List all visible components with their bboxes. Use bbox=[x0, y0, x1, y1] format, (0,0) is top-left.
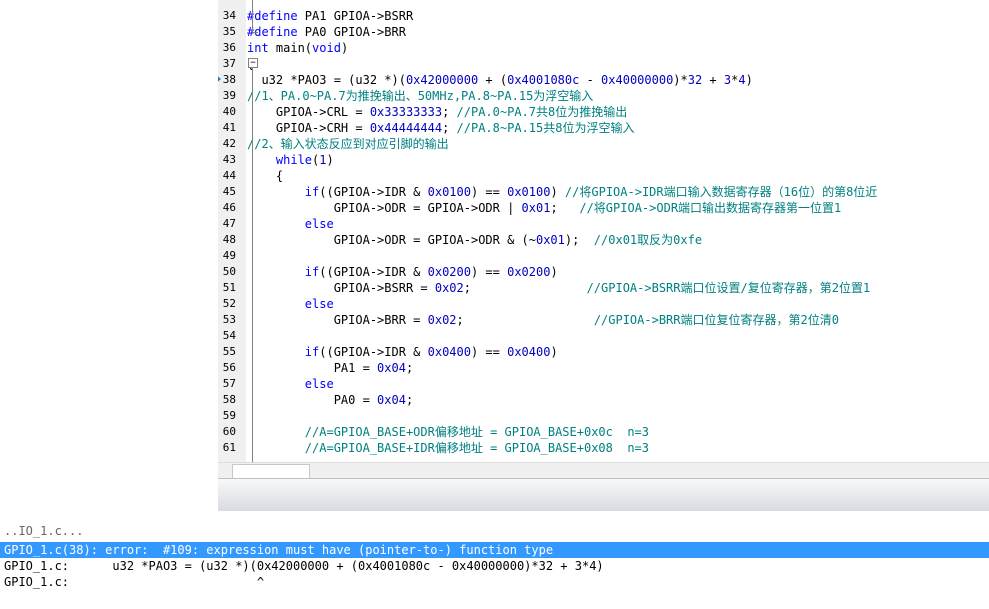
code-text[interactable]: //A=GPIOA_BASE+IDR偏移地址 = GPIOA_BASE+0x08… bbox=[247, 440, 649, 456]
code-text[interactable]: //2、输入状态反应到对应引脚的输出 bbox=[247, 136, 449, 152]
line-number: 43 bbox=[222, 153, 236, 166]
line-number: 57 bbox=[222, 377, 236, 390]
line-number: 44 bbox=[222, 169, 236, 182]
code-text[interactable]: else bbox=[247, 376, 334, 392]
fold-guide bbox=[252, 68, 253, 468]
code-line[interactable]: 41 GPIOA->CRH = 0x44444444; //PA.8~PA.15… bbox=[218, 120, 989, 136]
code-line[interactable]: 51 GPIOA->BSRR = 0x02; //GPIOA->BSRR端口位设… bbox=[218, 280, 989, 296]
code-line[interactable]: 46 GPIOA->ODR = GPIOA->ODR | 0x01; //将GP… bbox=[218, 200, 989, 216]
code-text[interactable]: GPIOA->CRH = 0x44444444; //PA.8~PA.15共8位… bbox=[247, 120, 635, 136]
code-line[interactable]: 37{− bbox=[218, 56, 989, 72]
code-line[interactable]: 48 GPIOA->ODR = GPIOA->ODR & (~0x01); //… bbox=[218, 232, 989, 248]
code-text[interactable]: GPIOA->ODR = GPIOA->ODR | 0x01; //将GPIOA… bbox=[247, 200, 842, 216]
line-number: 41 bbox=[222, 121, 236, 134]
code-text[interactable]: GPIOA->CRL = 0x33333333; //PA.0~PA.7共8位为… bbox=[247, 104, 627, 120]
code-line[interactable]: 45 if((GPIOA->IDR & 0x0100) == 0x0100) /… bbox=[218, 184, 989, 200]
line-number: 60 bbox=[222, 425, 236, 438]
error-caret-line[interactable]: GPIO_1.c: ^ bbox=[4, 575, 264, 590]
code-line[interactable]: 44 { bbox=[218, 168, 989, 184]
line-number: 53 bbox=[222, 313, 236, 326]
current-line-arrow-icon bbox=[218, 73, 221, 85]
code-text[interactable]: #define PA0 GPIOA->BRR bbox=[247, 24, 406, 40]
output-partial-line: ..IO_1.c... bbox=[4, 524, 84, 538]
code-line[interactable]: 34 #define PA1 GPIOA->BSRR bbox=[218, 8, 989, 24]
code-line[interactable]: 58 PA0 = 0x04; bbox=[218, 392, 989, 408]
fold-toggle-icon[interactable]: − bbox=[248, 58, 258, 68]
code-text[interactable]: GPIOA->ODR = GPIOA->ODR & (~0x01); //0x0… bbox=[247, 232, 702, 248]
line-number: 55 bbox=[222, 345, 236, 358]
code-line[interactable]: 42 //2、输入状态反应到对应引脚的输出 bbox=[218, 136, 989, 152]
fold-guide bbox=[252, 0, 253, 32]
code-text[interactable]: else bbox=[247, 296, 334, 312]
code-line[interactable]: 50 if((GPIOA->IDR & 0x0200) == 0x0200) bbox=[218, 264, 989, 280]
line-number: 59 bbox=[222, 409, 236, 422]
editor-tab-strip bbox=[218, 478, 989, 511]
code-line[interactable]: 40 GPIOA->CRL = 0x33333333; //PA.0~PA.7共… bbox=[218, 104, 989, 120]
code-text[interactable]: int main(void) bbox=[247, 40, 348, 56]
code-text[interactable]: u32 *PAO3 = (u32 *)(0x42000000 + (0x4001… bbox=[247, 72, 752, 88]
code-text[interactable]: if((GPIOA->IDR & 0x0200) == 0x0200) bbox=[247, 264, 558, 280]
code-line[interactable]: 39 //1、PA.0~PA.7为推挽输出、50MHz,PA.8~PA.15为浮空… bbox=[218, 88, 989, 104]
line-number: 54 bbox=[222, 329, 236, 342]
line-number: 39 bbox=[222, 89, 236, 102]
line-number: 35 bbox=[222, 25, 236, 38]
code-line[interactable]: 61 //A=GPIOA_BASE+IDR偏移地址 = GPIOA_BASE+0… bbox=[218, 440, 989, 456]
line-number: 49 bbox=[222, 249, 236, 262]
line-number: 52 bbox=[222, 297, 236, 310]
code-line[interactable]: 52 else bbox=[218, 296, 989, 312]
line-number: 36 bbox=[222, 41, 236, 54]
code-line[interactable]: 55 if((GPIOA->IDR & 0x0400) == 0x0400) bbox=[218, 344, 989, 360]
line-number: 34 bbox=[222, 9, 236, 22]
code-text[interactable]: PA0 = 0x04; bbox=[247, 392, 414, 408]
line-number: 61 bbox=[222, 441, 236, 454]
code-text[interactable]: GPIOA->BRR = 0x02; //GPIOA->BRR端口位复位寄存器，… bbox=[247, 312, 839, 328]
code-editor[interactable]: 34 #define PA1 GPIOA->BSRR 35 #define PA0 G… bbox=[218, 0, 989, 478]
line-number: 46 bbox=[222, 201, 236, 214]
code-text[interactable]: while(1) bbox=[247, 152, 334, 168]
code-text[interactable]: //A=GPIOA_BASE+ODR偏移地址 = GPIOA_BASE+0x0c… bbox=[247, 424, 649, 440]
error-source-line[interactable]: GPIO_1.c: u32 *PAO3 = (u32 *)(0x42000000… bbox=[4, 559, 604, 574]
line-number: 45 bbox=[222, 185, 236, 198]
code-text[interactable]: #define PA1 GPIOA->BSRR bbox=[247, 8, 413, 24]
code-text[interactable]: //1、PA.0~PA.7为推挽输出、50MHz,PA.8~PA.15为浮空输入 bbox=[247, 88, 593, 104]
code-text[interactable]: else bbox=[247, 216, 334, 232]
code-line[interactable]: 47 else bbox=[218, 216, 989, 232]
fold-guide-corner bbox=[252, 32, 258, 33]
horizontal-scrollbar[interactable] bbox=[218, 462, 989, 478]
line-number: 51 bbox=[222, 281, 236, 294]
code-line[interactable]: 59 bbox=[218, 408, 989, 424]
code-line[interactable]: 60 //A=GPIOA_BASE+ODR偏移地址 = GPIOA_BASE+0… bbox=[218, 424, 989, 440]
line-number: 50 bbox=[222, 265, 236, 278]
error-message[interactable]: GPIO_1.c(38): error: #109: expression mu… bbox=[4, 543, 553, 558]
code-line[interactable]: 35 #define PA0 GPIOA->BRR bbox=[218, 24, 989, 40]
code-line[interactable]: 36 int main(void) bbox=[218, 40, 989, 56]
line-number: 37 bbox=[222, 57, 236, 70]
line-number: 42 bbox=[222, 137, 236, 150]
code-line[interactable]: 38 u32 *PAO3 = (u32 *)(0x42000000 + (0x4… bbox=[218, 72, 989, 88]
line-number: 58 bbox=[222, 393, 236, 406]
code-line[interactable]: 54 bbox=[218, 328, 989, 344]
code-text[interactable]: if((GPIOA->IDR & 0x0100) == 0x0100) //将G… bbox=[247, 184, 878, 200]
code-line[interactable]: 43 while(1) bbox=[218, 152, 989, 168]
code-text[interactable]: if((GPIOA->IDR & 0x0400) == 0x0400) bbox=[247, 344, 558, 360]
line-number: 56 bbox=[222, 361, 236, 374]
code-text[interactable]: GPIOA->BSRR = 0x02; //GPIOA->BSRR端口位设置/复… bbox=[247, 280, 871, 296]
code-line[interactable]: 57 else bbox=[218, 376, 989, 392]
scrollbar-thumb[interactable] bbox=[232, 464, 310, 478]
code-line[interactable]: 56 PA1 = 0x04; bbox=[218, 360, 989, 376]
line-number: 47 bbox=[222, 217, 236, 230]
line-number: 48 bbox=[222, 233, 236, 246]
code-text[interactable]: PA1 = 0x04; bbox=[247, 360, 414, 376]
code-line[interactable]: 49 bbox=[218, 248, 989, 264]
line-number: 40 bbox=[222, 105, 236, 118]
code-line[interactable]: 53 GPIOA->BRR = 0x02; //GPIOA->BRR端口位复位寄… bbox=[218, 312, 989, 328]
